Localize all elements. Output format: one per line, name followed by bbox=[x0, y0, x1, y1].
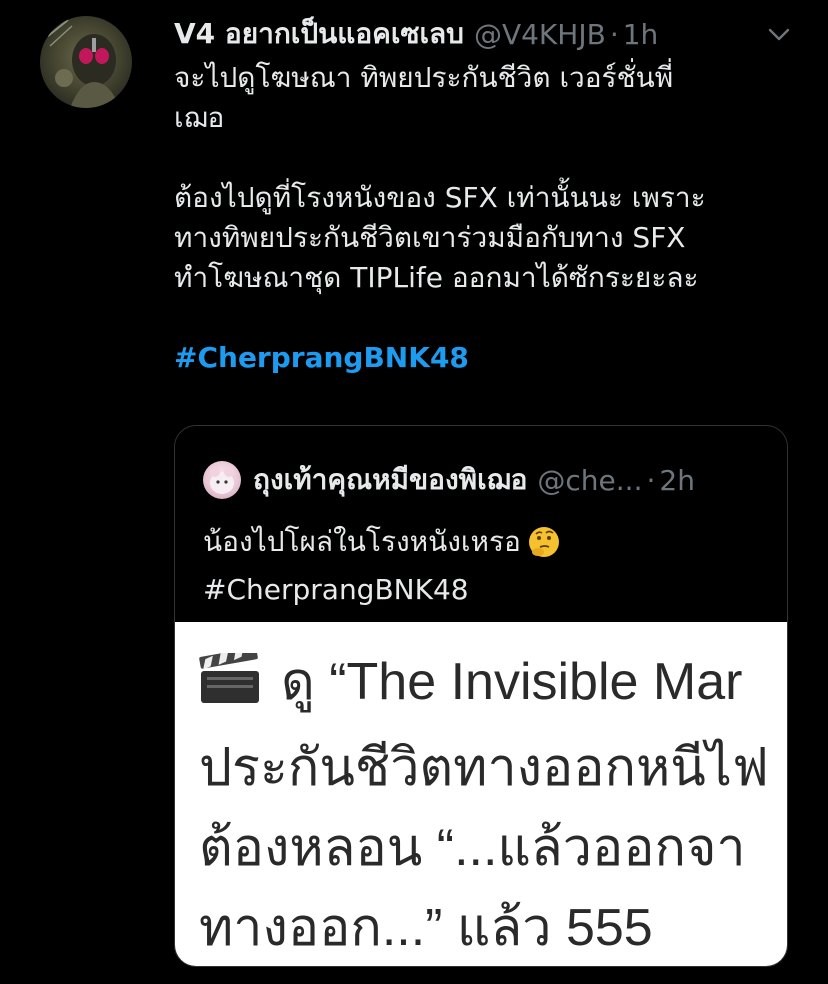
thinking-face-icon bbox=[527, 525, 561, 570]
clapper-board-icon bbox=[199, 646, 261, 728]
timestamp[interactable]: 1h bbox=[623, 18, 659, 51]
media-text-line: ดู “The Invisible Mar bbox=[281, 653, 743, 711]
quoted-timestamp[interactable]: 2h bbox=[659, 464, 695, 497]
tweet-menu-button[interactable] bbox=[764, 20, 794, 50]
tweet-text-line: จะไปดูโฆษณา ทิพยประกันชีวิต เวอร์ชั่นพี่ bbox=[174, 61, 674, 94]
quoted-tweet-card[interactable]: ถุงเท้าคุณหมีของพิเฌอ @che... · 2h น้องไ… bbox=[174, 425, 788, 967]
pink-character-avatar-icon bbox=[210, 467, 234, 494]
display-name[interactable]: V4 อยากเป็นแอคเซเลบ bbox=[174, 12, 464, 56]
media-text-line: ต้องหลอน “...แล้วออกจา bbox=[199, 819, 746, 877]
chevron-down-icon bbox=[768, 28, 790, 41]
tweet[interactable]: V4 อยากเป็นแอคเซเลบ @V4KHJB · 1h จะไปดูโ… bbox=[0, 0, 828, 984]
user-avatar[interactable] bbox=[40, 16, 132, 108]
media-line: ดู “The Invisible Mar bbox=[199, 642, 769, 728]
quoted-tweet-media[interactable]: ดู “The Invisible Mar ประกันชีวิตทางออกห… bbox=[175, 622, 787, 966]
quoted-text-line: น้องไปโผล่ในโรงหนังเหรอ bbox=[203, 522, 763, 570]
tweet-text-line: เฌอ bbox=[174, 101, 225, 134]
quoted-user-handle[interactable]: @che... bbox=[537, 464, 642, 497]
quoted-user-avatar[interactable] bbox=[203, 461, 241, 499]
hashtag-link[interactable]: #CherprangBNK48 bbox=[174, 341, 469, 374]
separator-dot: · bbox=[609, 17, 619, 51]
media-text-line: ทางออก...” แล้ว 555 bbox=[199, 899, 653, 957]
tweet-header: V4 อยากเป็นแอคเซเลบ @V4KHJB · 1h bbox=[174, 14, 658, 54]
quoted-tweet-header: ถุงเท้าคุณหมีของพิเฌอ @che... · 2h bbox=[203, 460, 695, 500]
user-handle[interactable]: @V4KHJB bbox=[474, 18, 606, 51]
quoted-hashtag[interactable]: #CherprangBNK48 bbox=[203, 570, 763, 610]
masked-rider-avatar-icon bbox=[47, 19, 120, 108]
tweet-text-line: ทางทิพยประกันชีวิตเขาร่วมมือกับทาง SFX bbox=[174, 221, 686, 254]
media-image-text: ดู “The Invisible Mar ประกันชีวิตทางออกห… bbox=[199, 642, 769, 966]
media-text-line: ประกันชีวิตทางออกหนีไฟ bbox=[199, 739, 769, 797]
tweet-text-line: ทำโฆษณาชุด TIPLife ออกมาได้ซักระยะละ bbox=[174, 261, 699, 294]
separator-dot: · bbox=[646, 463, 656, 497]
tweet-text-line: ต้องไปดูที่โรงหนังของ SFX เท่านั้นนะ เพร… bbox=[174, 181, 706, 214]
quoted-text: น้องไปโผล่ในโรงหนังเหรอ bbox=[203, 525, 521, 558]
quoted-display-name[interactable]: ถุงเท้าคุณหมีของพิเฌอ bbox=[253, 458, 527, 502]
tweet-text: จะไปดูโฆษณา ทิพยประกันชีวิต เวอร์ชั่นพี่… bbox=[174, 58, 794, 378]
quoted-tweet-text: น้องไปโผล่ในโรงหนังเหรอ #CherprangBNK48 bbox=[203, 522, 763, 610]
